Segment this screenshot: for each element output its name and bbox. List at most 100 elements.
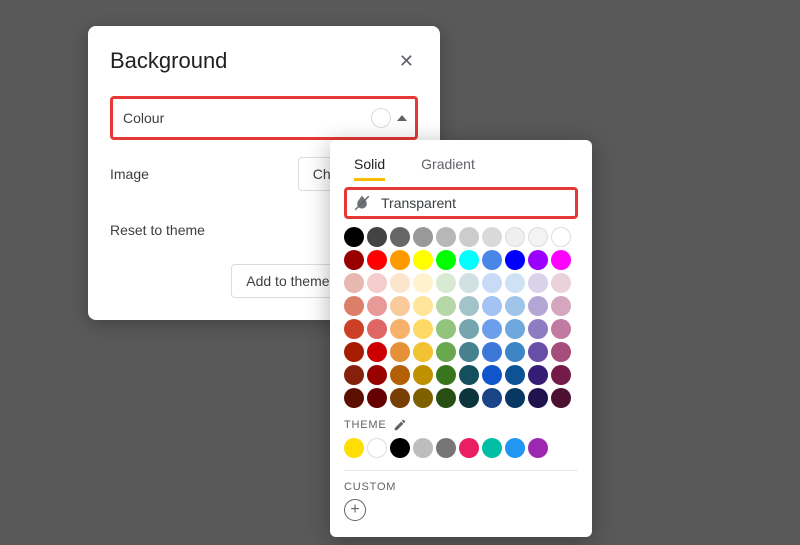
palette-swatch[interactable] <box>528 342 548 362</box>
palette-swatch[interactable] <box>482 365 502 385</box>
palette-swatch[interactable] <box>413 365 433 385</box>
palette-swatch[interactable] <box>459 365 479 385</box>
palette-swatch[interactable] <box>390 342 410 362</box>
palette-swatch[interactable] <box>528 227 548 247</box>
palette-swatch[interactable] <box>390 296 410 316</box>
palette-swatch[interactable] <box>344 250 364 270</box>
palette-swatch[interactable] <box>367 250 387 270</box>
palette-swatch[interactable] <box>551 388 571 408</box>
palette-swatch[interactable] <box>551 250 571 270</box>
theme-swatch[interactable] <box>367 438 387 458</box>
palette-swatch[interactable] <box>436 342 456 362</box>
palette-swatch[interactable] <box>505 365 525 385</box>
transparent-option[interactable]: Transparent <box>344 187 578 219</box>
palette-swatch[interactable] <box>482 388 502 408</box>
palette-swatch[interactable] <box>344 388 364 408</box>
palette-swatch[interactable] <box>436 273 456 293</box>
palette-swatch[interactable] <box>551 227 571 247</box>
palette-swatch[interactable] <box>367 388 387 408</box>
palette-swatch[interactable] <box>436 296 456 316</box>
palette-swatch[interactable] <box>413 319 433 339</box>
palette-swatch[interactable] <box>459 296 479 316</box>
theme-swatch[interactable] <box>528 438 548 458</box>
palette-swatch[interactable] <box>528 365 548 385</box>
palette-swatch[interactable] <box>482 342 502 362</box>
tab-solid[interactable]: Solid <box>354 150 385 181</box>
palette-swatch[interactable] <box>390 227 410 247</box>
add-custom-colour-button[interactable]: + <box>344 499 366 521</box>
palette-swatch[interactable] <box>505 250 525 270</box>
palette-swatch[interactable] <box>413 296 433 316</box>
palette-swatch[interactable] <box>344 342 364 362</box>
palette-swatch[interactable] <box>390 250 410 270</box>
palette-swatch[interactable] <box>436 250 456 270</box>
palette-swatch[interactable] <box>344 365 364 385</box>
palette-swatch[interactable] <box>551 273 571 293</box>
palette-swatch[interactable] <box>551 319 571 339</box>
colour-swatch-button[interactable] <box>369 106 409 130</box>
palette-swatch[interactable] <box>505 227 525 247</box>
palette-swatch[interactable] <box>413 227 433 247</box>
tab-gradient[interactable]: Gradient <box>421 150 475 181</box>
palette-swatch[interactable] <box>505 319 525 339</box>
theme-swatch[interactable] <box>344 438 364 458</box>
add-to-theme-button[interactable]: Add to theme <box>231 264 344 298</box>
colour-row[interactable]: Colour <box>110 96 418 140</box>
palette-swatch[interactable] <box>344 296 364 316</box>
theme-swatch[interactable] <box>459 438 479 458</box>
palette-swatch[interactable] <box>482 319 502 339</box>
palette-swatch[interactable] <box>528 296 548 316</box>
theme-swatch[interactable] <box>482 438 502 458</box>
palette-swatch[interactable] <box>459 273 479 293</box>
palette-swatch[interactable] <box>367 227 387 247</box>
palette-swatch[interactable] <box>505 342 525 362</box>
close-icon[interactable]: ✕ <box>395 48 418 74</box>
palette-swatch[interactable] <box>482 296 502 316</box>
palette-swatch[interactable] <box>390 365 410 385</box>
palette-swatch[interactable] <box>459 388 479 408</box>
palette-swatch[interactable] <box>528 250 548 270</box>
palette-swatch[interactable] <box>413 273 433 293</box>
palette-swatch[interactable] <box>459 227 479 247</box>
palette-swatch[interactable] <box>436 227 456 247</box>
palette-swatch[interactable] <box>551 365 571 385</box>
custom-section-label: CUSTOM <box>344 481 578 493</box>
dialog-title: Background <box>110 48 227 74</box>
palette-swatch[interactable] <box>482 227 502 247</box>
palette-swatch[interactable] <box>436 365 456 385</box>
palette-swatch[interactable] <box>482 250 502 270</box>
palette-swatch[interactable] <box>528 388 548 408</box>
palette-swatch[interactable] <box>482 273 502 293</box>
palette-swatch[interactable] <box>344 227 364 247</box>
palette-swatch[interactable] <box>459 250 479 270</box>
theme-swatch[interactable] <box>390 438 410 458</box>
palette-swatch[interactable] <box>528 319 548 339</box>
theme-swatch[interactable] <box>413 438 433 458</box>
palette-swatch[interactable] <box>413 250 433 270</box>
palette-swatch[interactable] <box>505 296 525 316</box>
palette-swatch[interactable] <box>390 273 410 293</box>
palette-swatch[interactable] <box>459 319 479 339</box>
palette-swatch[interactable] <box>436 319 456 339</box>
palette-swatch[interactable] <box>367 273 387 293</box>
palette-swatch[interactable] <box>367 342 387 362</box>
palette-swatch[interactable] <box>367 296 387 316</box>
theme-swatch[interactable] <box>505 438 525 458</box>
palette-swatch[interactable] <box>551 296 571 316</box>
palette-swatch[interactable] <box>413 342 433 362</box>
palette-swatch[interactable] <box>505 388 525 408</box>
palette-swatch[interactable] <box>344 273 364 293</box>
palette-swatch[interactable] <box>413 388 433 408</box>
palette-swatch[interactable] <box>367 319 387 339</box>
palette-swatch[interactable] <box>459 342 479 362</box>
theme-swatch[interactable] <box>436 438 456 458</box>
palette-swatch[interactable] <box>436 388 456 408</box>
palette-swatch[interactable] <box>551 342 571 362</box>
palette-swatch[interactable] <box>505 273 525 293</box>
palette-swatch[interactable] <box>390 388 410 408</box>
palette-swatch[interactable] <box>528 273 548 293</box>
palette-swatch[interactable] <box>344 319 364 339</box>
palette-swatch[interactable] <box>390 319 410 339</box>
palette-swatch[interactable] <box>367 365 387 385</box>
edit-theme-icon[interactable] <box>393 418 407 432</box>
